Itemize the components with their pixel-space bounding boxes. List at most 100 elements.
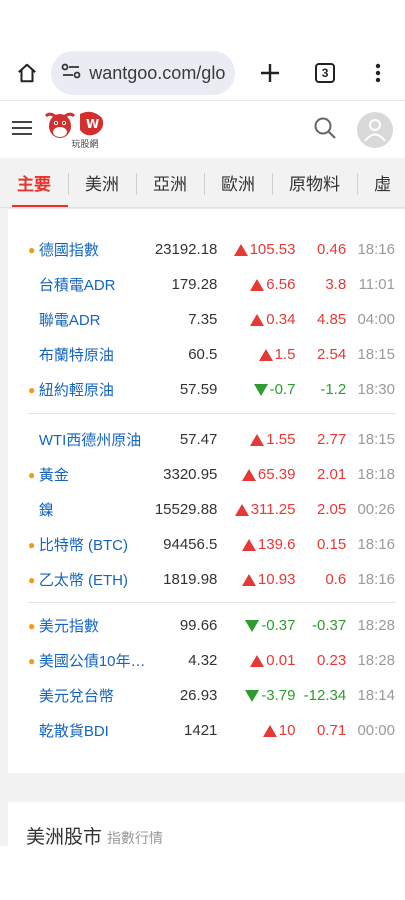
quote-time: 18:28 xyxy=(357,617,395,634)
quote-time: 18:16 xyxy=(357,536,395,553)
site-header: W 玩股網 xyxy=(0,100,405,158)
new-tab-icon[interactable] xyxy=(253,56,286,90)
quote-group: ● 美元指數 99.66 -0.37 -0.37 18:28 ● 美國公債10年… 4.32 0.… xyxy=(28,608,395,748)
quote-name[interactable]: 德國指數 xyxy=(36,239,153,260)
quote-name[interactable]: 乙太幣 (ETH) xyxy=(36,569,153,590)
quote-row[interactable]: 聯電ADR 7.35 0.34 4.85 04:00 xyxy=(28,302,395,337)
quote-price: 94456.5 xyxy=(163,536,218,553)
quote-change-value: 10.93 xyxy=(257,571,296,588)
user-icon xyxy=(364,118,386,142)
home-icon[interactable] xyxy=(10,56,43,90)
quote-row[interactable]: ● 德國指數 23192.18 105.53 0.46 18:16 xyxy=(28,232,395,267)
section-header: 美洲股市 指數行情 xyxy=(26,822,163,846)
quote-name[interactable]: 比特幣 (BTC) xyxy=(36,534,153,555)
tab-americas[interactable]: 美洲 xyxy=(68,158,136,207)
quote-row[interactable]: ● 比特幣 (BTC) 94456.5 139.6 0.15 18:16 xyxy=(28,527,395,562)
quote-name[interactable]: WTI西德州原油 xyxy=(36,429,153,450)
quote-change-value: -3.79 xyxy=(261,687,296,704)
quote-name[interactable]: 聯電ADR xyxy=(36,309,153,330)
quote-row[interactable]: 美元兌台幣 26.93 -3.79 -12.34 18:14 xyxy=(28,678,395,713)
quote-name[interactable]: 美元指數 xyxy=(36,615,153,636)
quote-row[interactable]: ● 乙太幣 (ETH) 1819.98 10.93 0.6 18:16 xyxy=(28,562,395,597)
user-avatar[interactable] xyxy=(357,111,393,148)
quote-change-value: 65.39 xyxy=(257,466,296,483)
logo-text: 玩股網 xyxy=(71,139,99,150)
quote-row[interactable]: WTI西德州原油 57.47 1.55 2.77 18:15 xyxy=(28,422,395,457)
realtime-dot-icon: ● xyxy=(28,572,36,587)
quote-price: 23192.18 xyxy=(154,241,218,258)
quote-group: ● 德國指數 23192.18 105.53 0.46 18:16 台積電ADR 179.28… xyxy=(28,232,395,407)
quote-change: 0.01 xyxy=(217,652,295,669)
realtime-dot-icon: ● xyxy=(28,537,36,552)
quote-price: 1421 xyxy=(184,722,218,739)
quote-change-value: 0.01 xyxy=(266,652,296,669)
up-arrow-icon xyxy=(234,503,249,516)
quote-time: 18:16 xyxy=(357,571,395,588)
up-arrow-icon xyxy=(250,278,265,291)
quote-change-value: 1.55 xyxy=(266,431,296,448)
quote-time: 11:01 xyxy=(358,276,395,293)
quote-name[interactable]: 布蘭特原油 xyxy=(36,344,153,365)
site-logo[interactable]: W 玩股網 xyxy=(44,110,106,150)
url-text: wantgoo.com/glo xyxy=(89,62,226,83)
quote-name[interactable]: 美國公債10年… xyxy=(36,650,153,671)
quote-percent: 0.6 xyxy=(325,571,347,588)
tab-commodities[interactable]: 原物料 xyxy=(272,158,357,207)
quote-change: 10.93 xyxy=(217,571,295,588)
tab-europe[interactable]: 歐洲 xyxy=(204,158,272,207)
quote-name[interactable]: 紐約輕原油 xyxy=(36,379,153,400)
quote-time: 18:18 xyxy=(357,466,395,483)
quote-time: 18:14 xyxy=(357,687,395,704)
quote-name[interactable]: 乾散貨BDI xyxy=(36,720,153,741)
quote-time: 00:00 xyxy=(357,722,395,739)
up-arrow-icon xyxy=(233,243,248,256)
quote-card: ● 德國指數 23192.18 105.53 0.46 18:16 台積電ADR 179.28… xyxy=(8,208,405,773)
quote-change-value: 105.53 xyxy=(249,241,296,258)
site-info-icon[interactable] xyxy=(61,63,81,83)
quote-change: 1.55 xyxy=(217,431,295,448)
quote-name[interactable]: 鎳 xyxy=(36,499,153,520)
realtime-dot-icon: ● xyxy=(28,382,36,397)
quote-time: 18:30 xyxy=(357,381,395,398)
quote-time: 18:16 xyxy=(357,241,395,258)
tab-switcher-icon[interactable]: 3 xyxy=(309,56,342,90)
quote-percent: 0.23 xyxy=(317,652,347,669)
up-arrow-icon xyxy=(241,468,256,481)
quote-row[interactable]: 布蘭特原油 60.5 1.5 2.54 18:15 xyxy=(28,337,395,372)
quote-percent: -0.37 xyxy=(312,617,347,634)
quote-percent: 2.01 xyxy=(317,466,347,483)
quote-row[interactable]: ● 紐約輕原油 57.59 -0.7 -1.2 18:30 xyxy=(28,372,395,407)
realtime-dot-icon: ● xyxy=(28,618,36,633)
tab-crypto[interactable]: 虛 xyxy=(357,158,405,207)
realtime-dot-icon: ● xyxy=(28,242,36,257)
tab-asia[interactable]: 亞洲 xyxy=(136,158,204,207)
section-subtitle: 指數行情 xyxy=(107,830,164,846)
quote-price: 57.59 xyxy=(179,381,218,398)
menu-icon[interactable] xyxy=(12,120,32,140)
search-icon[interactable] xyxy=(313,116,337,144)
quote-change: 65.39 xyxy=(217,466,295,483)
quote-percent: -1.2 xyxy=(320,381,347,398)
quote-name[interactable]: 台積電ADR xyxy=(36,274,153,295)
up-arrow-icon xyxy=(262,724,277,737)
logo-mascot-icon: W xyxy=(44,111,104,138)
quote-row[interactable]: ● 美元指數 99.66 -0.37 -0.37 18:28 xyxy=(28,608,395,643)
quote-percent: 3.8 xyxy=(325,276,347,293)
quote-percent: 2.05 xyxy=(317,501,347,518)
quote-name[interactable]: 黃金 xyxy=(36,464,153,485)
quote-row[interactable]: ● 美國公債10年… 4.32 0.01 0.23 18:28 xyxy=(28,643,395,678)
quote-price: 15529.88 xyxy=(154,501,218,518)
quote-change-value: 10 xyxy=(278,722,296,739)
quote-name[interactable]: 美元兌台幣 xyxy=(36,685,153,706)
up-arrow-icon xyxy=(241,538,256,551)
quote-row[interactable]: 乾散貨BDI 1421 10 0.71 00:00 xyxy=(28,713,395,748)
more-icon[interactable] xyxy=(362,56,395,90)
address-bar[interactable]: wantgoo.com/glo xyxy=(51,51,236,95)
quote-row[interactable]: ● 黃金 3320.95 65.39 2.01 18:18 xyxy=(28,457,395,492)
realtime-dot-icon: ● xyxy=(28,653,36,668)
quote-change: -3.79 xyxy=(217,687,295,704)
quote-row[interactable]: 台積電ADR 179.28 6.56 3.8 11:01 xyxy=(28,267,395,302)
tab-main[interactable]: 主要 xyxy=(0,158,68,207)
quote-change: 0.34 xyxy=(217,311,295,328)
quote-row[interactable]: 鎳 15529.88 311.25 2.05 00:26 xyxy=(28,492,395,527)
